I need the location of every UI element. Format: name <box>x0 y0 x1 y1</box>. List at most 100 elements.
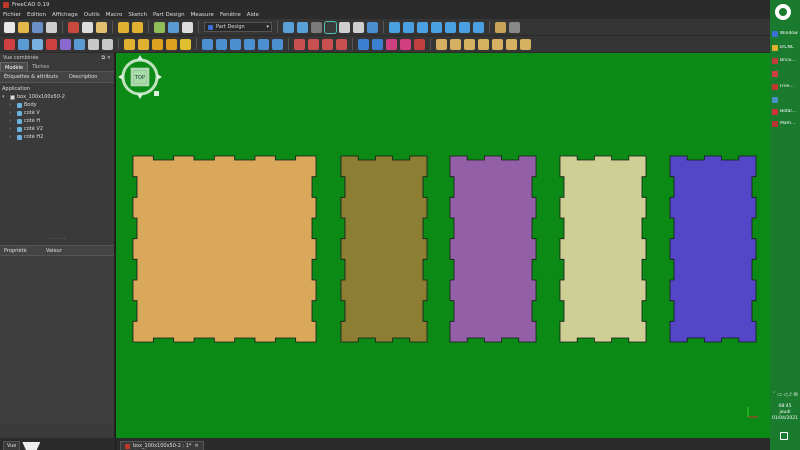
multi-transform-icon[interactable] <box>336 38 347 50</box>
forward-arrow-icon[interactable] <box>353 21 364 33</box>
tree-item-cote-v2[interactable]: › coté V2 <box>2 125 112 133</box>
navcube-arrow-up-icon[interactable] <box>137 55 143 60</box>
view-bottom-icon[interactable] <box>459 21 470 33</box>
tab-vue[interactable]: Vue <box>3 441 21 450</box>
measure-refresh-icon[interactable] <box>464 38 475 50</box>
subtractive-loft-icon[interactable] <box>244 38 255 50</box>
create-body-icon[interactable] <box>4 38 15 50</box>
tree-item-cote-h2[interactable]: › coté H2 <box>2 133 112 141</box>
menu-outils[interactable]: Outils <box>84 12 100 18</box>
pocket-icon[interactable] <box>202 38 213 50</box>
fit-selection-icon[interactable] <box>297 21 308 33</box>
additive-helix-icon[interactable] <box>60 38 71 50</box>
view-top-icon[interactable] <box>417 21 428 33</box>
additive-pipe-icon[interactable] <box>166 38 177 50</box>
taskbar-item-0[interactable]: Window <box>772 28 798 39</box>
refresh-icon[interactable] <box>154 21 165 33</box>
taskbar-clock[interactable]: 08:45 jeudi 01/04/2021 <box>770 404 800 422</box>
tree-item-cote-v[interactable]: › coté V <box>2 109 112 117</box>
print-icon[interactable] <box>46 21 57 33</box>
panel-side-h[interactable] <box>449 155 537 343</box>
revolution-icon[interactable] <box>138 38 149 50</box>
linear-pattern-icon[interactable] <box>308 38 319 50</box>
taskbar-item-7[interactable]: Mam... <box>772 118 798 129</box>
navigation-cube[interactable]: TOP <box>116 53 164 101</box>
subtractive-pipe-icon[interactable] <box>258 38 269 50</box>
navcube-arrow-left-icon[interactable] <box>118 74 123 80</box>
mirrored-icon[interactable] <box>294 38 305 50</box>
property-column-value[interactable]: Valeur <box>42 248 62 254</box>
polar-pattern-icon[interactable] <box>322 38 333 50</box>
open-file-icon[interactable] <box>18 21 29 33</box>
subtractive-helix-icon[interactable] <box>74 38 85 50</box>
chevron-right-icon[interactable]: › <box>9 126 15 132</box>
undo-icon[interactable] <box>118 21 129 33</box>
fillet-icon[interactable] <box>358 38 369 50</box>
menu-fichier[interactable]: Fichier <box>3 12 21 18</box>
selection-box-icon[interactable] <box>324 20 337 34</box>
additive-primitive-icon[interactable] <box>180 38 191 50</box>
tab-taches[interactable]: Tâches <box>28 62 53 71</box>
chamfer-icon[interactable] <box>372 38 383 50</box>
menu-affichage[interactable]: Affichage <box>52 12 78 18</box>
tab-shape-icon[interactable] <box>22 442 41 450</box>
thickness-icon[interactable] <box>400 38 411 50</box>
measure-toggle-icon[interactable] <box>492 38 503 50</box>
taskbar-item-1[interactable]: b\CNC <box>772 42 798 53</box>
chevron-right-icon[interactable]: › <box>9 110 15 116</box>
whats-this-icon[interactable] <box>182 21 193 33</box>
datum-line-icon[interactable] <box>102 38 113 50</box>
tree-item-document[interactable]: ▾ box_100x100x50-2 <box>2 93 112 101</box>
additive-loft-icon[interactable] <box>152 38 163 50</box>
tree-item-body[interactable]: › Body <box>2 101 112 109</box>
pad-icon[interactable] <box>124 38 135 50</box>
measure-distance-icon[interactable] <box>495 21 506 33</box>
validate-sketch-icon[interactable] <box>32 38 43 50</box>
tree-item-cote-h[interactable]: › coté H <box>2 117 112 125</box>
workbench-selector[interactable]: Part Design ▾ <box>204 22 272 32</box>
chevron-right-icon[interactable]: › <box>9 134 15 140</box>
cortana-icon[interactable] <box>775 4 791 20</box>
menu-part-design[interactable]: Part Design <box>153 12 185 18</box>
view-left-icon[interactable] <box>473 21 484 33</box>
panel-side-v[interactable] <box>340 155 428 343</box>
tab-modele[interactable]: Modèle <box>0 62 29 71</box>
taskbar-item-4[interactable]: Free... <box>772 81 798 92</box>
measure-angular-icon[interactable] <box>450 38 461 50</box>
view-isometric-icon[interactable] <box>389 21 400 33</box>
subtractive-primitive-icon[interactable] <box>272 38 283 50</box>
menu-measure[interactable]: Measure <box>191 12 214 18</box>
hole-icon[interactable] <box>216 38 227 50</box>
chevron-down-icon[interactable]: ▾ <box>2 94 8 100</box>
3d-viewport[interactable]: TOP <box>116 53 770 438</box>
create-sketch-icon[interactable] <box>18 38 29 50</box>
view-rear-icon[interactable] <box>445 21 456 33</box>
menu-fenetre[interactable]: Fenêtre <box>220 12 241 18</box>
new-file-icon[interactable] <box>4 21 15 33</box>
boolean-icon[interactable] <box>414 38 425 50</box>
measure-angle-icon[interactable] <box>509 21 520 33</box>
navcube-arrow-right-icon[interactable] <box>157 74 162 80</box>
navcube-menu-icon[interactable] <box>154 91 159 96</box>
panel-side-h2[interactable] <box>669 155 757 343</box>
draw-style-icon[interactable] <box>311 21 322 33</box>
chevron-right-icon[interactable]: › <box>9 102 15 108</box>
menu-edition[interactable]: Edition <box>27 12 46 18</box>
menu-aide[interactable]: Aide <box>247 12 259 18</box>
cut-icon[interactable] <box>68 21 79 33</box>
chevron-right-icon[interactable]: › <box>9 118 15 124</box>
measure-clear-icon[interactable] <box>478 38 489 50</box>
notification-icon[interactable] <box>780 432 788 440</box>
save-icon[interactable] <box>32 21 43 33</box>
datum-point-icon[interactable] <box>88 38 99 50</box>
tree-column-description[interactable]: Description <box>65 74 97 80</box>
macro-icon[interactable] <box>168 21 179 33</box>
measure-toggle-delta-icon[interactable] <box>520 38 531 50</box>
menu-macro[interactable]: Macro <box>106 12 123 18</box>
navcube-arrow-down-icon[interactable] <box>137 94 143 99</box>
measure-toggle-3d-icon[interactable] <box>506 38 517 50</box>
map-sketch-icon[interactable] <box>46 38 57 50</box>
menu-sketch[interactable]: Sketch <box>128 12 147 18</box>
taskbar-item-2[interactable]: Brico... <box>772 55 798 66</box>
panel-bottom[interactable] <box>132 155 317 343</box>
